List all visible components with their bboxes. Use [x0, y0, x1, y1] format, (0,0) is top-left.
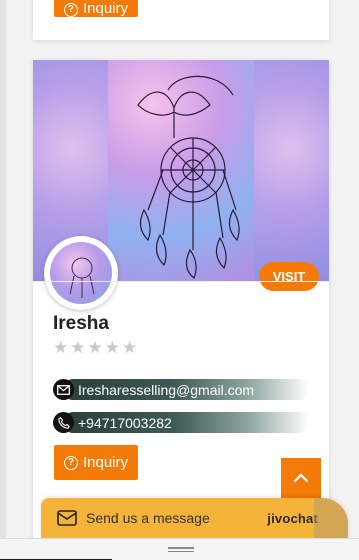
star-icon: ★: [87, 338, 103, 357]
seller-name[interactable]: Iresha: [53, 313, 109, 335]
inquiry-button[interactable]: ? Inquiry: [54, 445, 138, 480]
drag-grip-icon[interactable]: [168, 547, 194, 552]
question-circle-icon: ?: [64, 3, 78, 17]
chevron-up-icon: [293, 473, 309, 483]
phone-contact[interactable]: +94717003282: [53, 412, 309, 433]
question-circle-icon: ?: [64, 455, 78, 470]
chat-brand-logo: jivochat: [267, 510, 318, 526]
card-divider: [33, 281, 329, 282]
seller-phone: +94717003282: [78, 414, 172, 431]
seller-avatar[interactable]: [44, 236, 118, 310]
envelope-icon: [53, 379, 74, 400]
star-icon: ★: [70, 338, 86, 357]
star-icon: ★: [122, 338, 138, 357]
dreamcatcher-artwork: [108, 60, 254, 281]
inquiry-label: Inquiry: [82, 454, 128, 471]
dreamcatcher-illustration: [137, 75, 240, 279]
scroll-to-top-button[interactable]: [281, 458, 321, 498]
banner-blur-right: [254, 60, 329, 281]
visit-button[interactable]: VISIT: [259, 262, 319, 291]
seller-email: Iresharesselling@gmail.com: [78, 381, 255, 398]
left-edge: [0, 0, 6, 560]
inquiry-button-previous[interactable]: ? Inquiry: [54, 0, 138, 17]
previous-seller-card: ? Inquiry: [33, 0, 329, 40]
avatar-image: [50, 242, 112, 304]
star-icon: ★: [53, 338, 69, 357]
star-icon: ★: [104, 338, 120, 357]
chat-widget-corner: [314, 498, 348, 538]
avatar-dreamcatcher: [69, 257, 95, 298]
message-icon: [57, 510, 77, 526]
rating-stars: ★ ★ ★ ★ ★: [53, 339, 137, 357]
chat-label: Send us a message: [86, 510, 210, 526]
bottom-handle-bar: [0, 538, 359, 560]
chat-widget-bar[interactable]: Send us a message jivochat: [41, 498, 348, 538]
email-contact[interactable]: Iresharesselling@gmail.com: [53, 379, 309, 400]
phone-icon: [53, 412, 74, 433]
inquiry-label: Inquiry: [82, 0, 128, 17]
